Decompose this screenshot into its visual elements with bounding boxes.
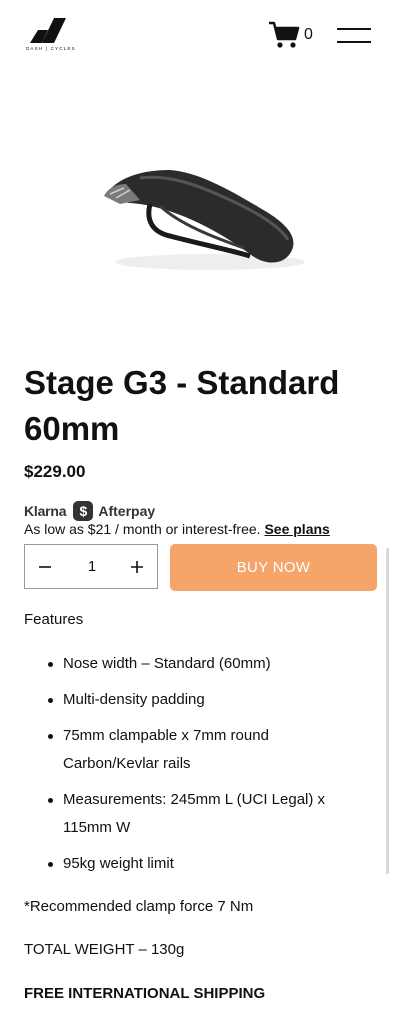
dash-cycles-logo[interactable]: DASH | CYCLES [24,16,78,54]
cart-button[interactable]: 0 [268,20,318,50]
total-weight: TOTAL WEIGHT – 130g [24,941,185,958]
product-price: $229.00 [24,462,86,481]
product-title: Stage G3 - Standard 60mm [24,364,340,447]
plus-icon [131,560,143,573]
installment-message: As low as $21 / month or interest-free. … [24,521,330,537]
cart-icon [269,21,300,48]
clamp-force-note: *Recommended clamp force 7 Nm [24,898,254,915]
feature-item: Multi-density padding [24,686,364,714]
feature-item: 75mm clampable x 7mm round Carbon/Kevlar… [24,722,364,778]
payment-logos: Klarna $ Afterpay [24,500,155,522]
scrollbar[interactable] [386,548,389,874]
logo-text: DASH | CYCLES [26,46,76,51]
afterpay-logo: Afterpay [98,503,156,519]
quantity-input[interactable]: 1 [65,545,119,588]
saddle-image-icon [104,170,305,270]
site-header: DASH | CYCLES 0 [0,0,401,70]
decrease-quantity-button[interactable] [25,545,65,588]
increase-quantity-button[interactable] [117,545,157,588]
quantity-stepper: 1 [24,544,158,589]
installment-text: As low as $21 / month or interest-free. [24,521,261,537]
features-list: Nose width – Standard (60mm) Multi-densi… [24,650,364,886]
cart-count: 0 [304,26,313,43]
feature-item: Nose width – Standard (60mm) [24,650,364,678]
logo-mark-icon [30,18,66,43]
afterpay-badge-icon: $ [73,501,94,521]
hamburger-menu-icon[interactable] [337,28,371,44]
product-image[interactable] [80,140,320,290]
shipping-note: FREE INTERNATIONAL SHIPPING [24,985,266,1002]
feature-item: Measurements: 245mm L (UCI Legal) x 115m… [24,786,364,842]
buy-now-button[interactable]: BUY NOW [170,544,377,591]
see-plans-link[interactable]: See plans [264,521,329,537]
minus-icon [39,565,51,568]
features-heading: Features [24,611,84,628]
feature-item: 95kg weight limit [24,850,364,878]
klarna-logo: Klarna [24,503,67,519]
